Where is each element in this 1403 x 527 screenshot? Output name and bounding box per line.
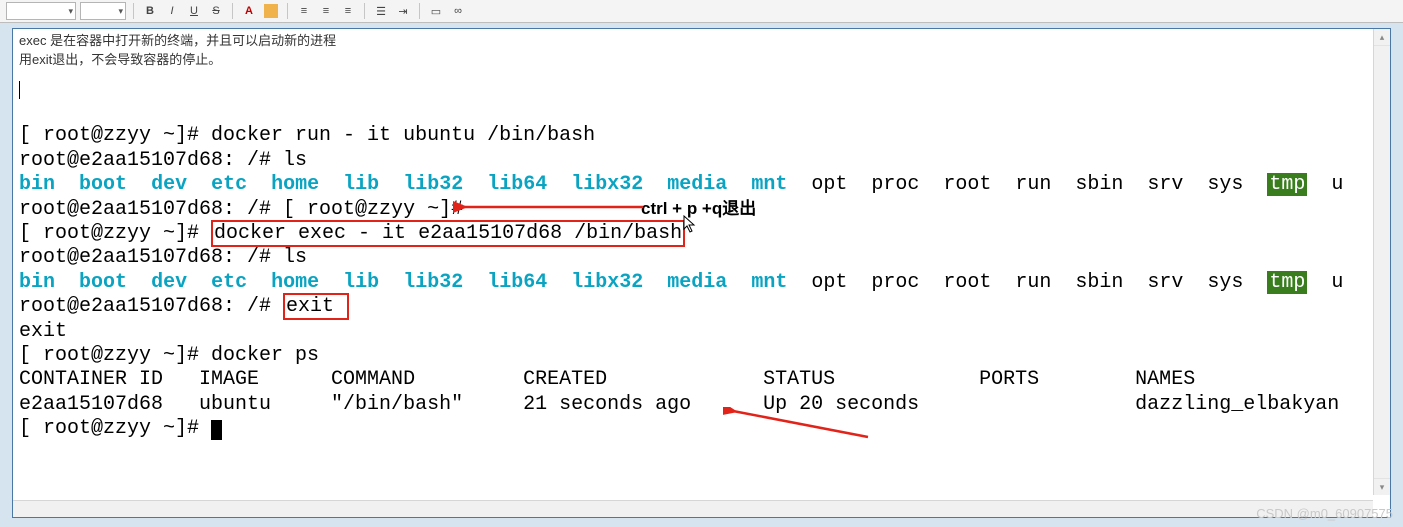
horizontal-scrollbar[interactable] bbox=[13, 500, 1373, 517]
list-button[interactable]: ☰ bbox=[372, 2, 390, 20]
font-family-select[interactable] bbox=[6, 2, 76, 20]
underline-button[interactable]: U bbox=[185, 2, 203, 20]
annotation-ctrlpq: ctrl + p +q退出 bbox=[641, 194, 756, 219]
link-button[interactable]: ∞ bbox=[449, 2, 467, 20]
note-text: exec 是在容器中打开新的终端，并且可以启动新的进程 用exit退出，不会导致… bbox=[13, 29, 1390, 70]
note-line-1: exec 是在容器中打开新的终端，并且可以启动新的进程 bbox=[19, 32, 1384, 51]
font-size-select[interactable] bbox=[80, 2, 126, 20]
highlight-button[interactable] bbox=[262, 2, 280, 20]
font-color-button[interactable]: A bbox=[240, 2, 258, 20]
mouse-cursor-icon bbox=[683, 215, 697, 238]
watermark: CSDN @m0_60907575 bbox=[1256, 506, 1393, 521]
indent-button[interactable]: ⇥ bbox=[394, 2, 412, 20]
italic-button[interactable]: I bbox=[163, 2, 181, 20]
scroll-down-button[interactable]: ▾ bbox=[1374, 478, 1390, 495]
editor-toolbar: B I U S A ≡ ≡ ≡ ☰ ⇥ ▭ ∞ bbox=[0, 0, 1403, 23]
strike-button[interactable]: S bbox=[207, 2, 225, 20]
terminal-output[interactable]: [ root@zzyy ~]# docker run - it ubuntu /… bbox=[13, 70, 1390, 442]
vertical-scrollbar[interactable]: ▴ ▾ bbox=[1373, 29, 1390, 495]
align-left-button[interactable]: ≡ bbox=[295, 2, 313, 20]
editor-pane: exec 是在容器中打开新的终端，并且可以启动新的进程 用exit退出，不会导致… bbox=[12, 28, 1391, 518]
note-line-2: 用exit退出，不会导致容器的停止。 bbox=[19, 51, 1384, 70]
image-button[interactable]: ▭ bbox=[427, 2, 445, 20]
bold-button[interactable]: B bbox=[141, 2, 159, 20]
align-right-button[interactable]: ≡ bbox=[339, 2, 357, 20]
scroll-up-button[interactable]: ▴ bbox=[1374, 29, 1390, 46]
align-center-button[interactable]: ≡ bbox=[317, 2, 335, 20]
